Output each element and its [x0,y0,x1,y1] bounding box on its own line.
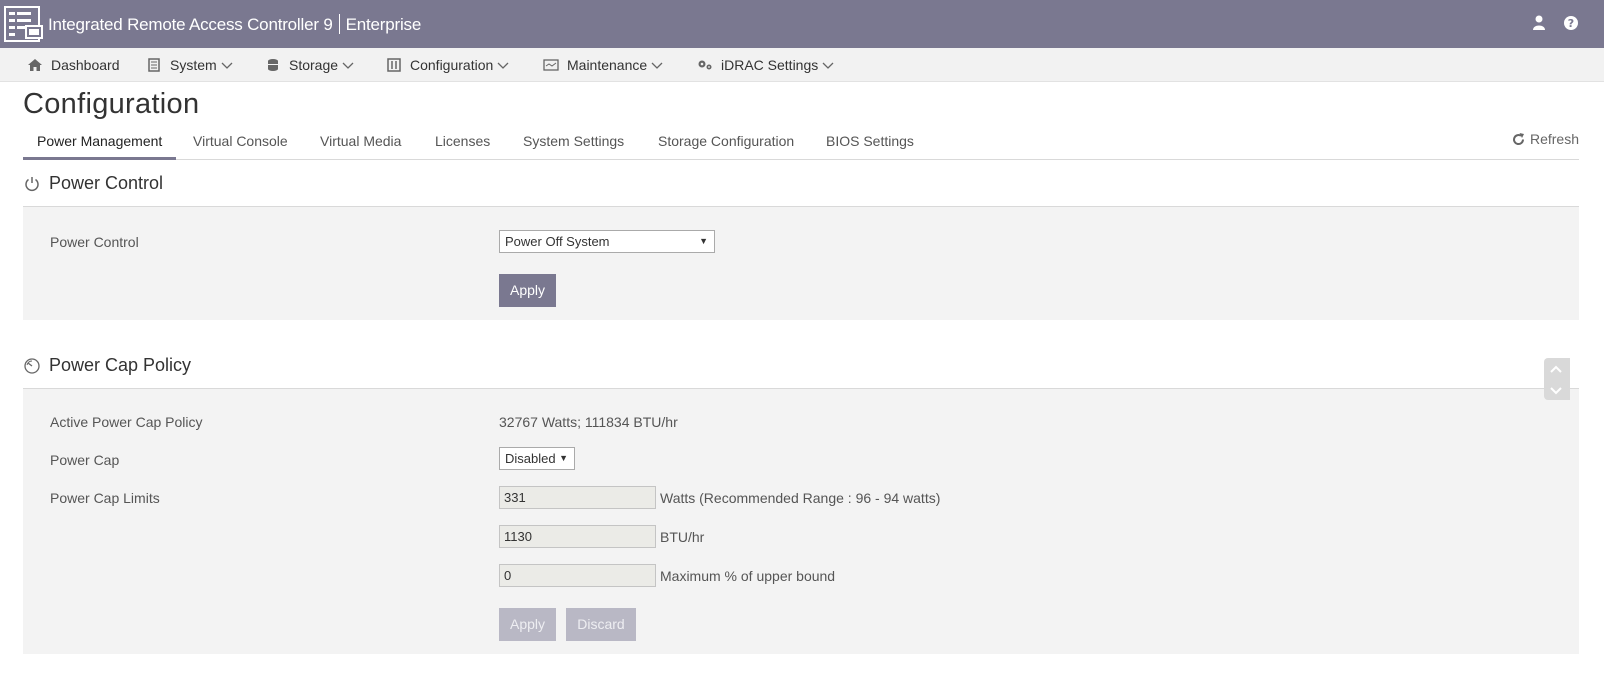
power-control-select[interactable]: Power Off System ▼ [499,230,715,253]
nav-system[interactable]: System [146,57,233,73]
watts-unit-label: Watts (Recommended Range : 96 - 94 watts… [660,490,941,506]
nav-idrac-settings[interactable]: iDRAC Settings [697,57,834,73]
chevron-down-icon [497,62,509,69]
title-divider [338,14,340,34]
settings-icon [698,60,712,70]
tab-virtual-media[interactable]: Virtual Media [306,133,415,157]
nav-maintenance-label: Maintenance [567,57,648,73]
chevron-down-icon [342,62,354,69]
btu-unit-label: BTU/hr [660,529,705,545]
system-icon [148,58,160,72]
power-cap-discard-button[interactable]: Discard [566,608,636,641]
power-cap-apply-button[interactable]: Apply [499,608,556,641]
refresh-button[interactable]: Refresh [1511,131,1579,147]
gauge-icon [24,357,40,374]
user-icon[interactable] [1530,14,1548,32]
home-icon [28,59,42,71]
power-cap-label: Power Cap [50,452,120,468]
power-cap-select[interactable]: Disabled ▼ [499,447,575,470]
app-edition: Enterprise [345,15,422,34]
chevron-down-icon [221,62,233,69]
power-control-selected: Power Off System [505,234,610,249]
svg-text:?: ? [1568,17,1574,30]
scroll-up-icon[interactable] [1550,363,1562,375]
app-title: Integrated Remote Access Controller 9 Ent… [48,14,421,35]
power-icon [25,176,39,191]
active-power-cap-value: 32767 Watts; 111834 BTU/hr [499,414,678,430]
dropdown-arrow-icon: ▼ [559,453,568,463]
configuration-icon [387,58,401,72]
nav-dashboard-label: Dashboard [51,57,120,73]
percent-input[interactable]: 0 [499,564,656,587]
percent-unit-label: Maximum % of upper bound [660,568,836,584]
chevron-down-icon [822,62,834,69]
tab-power-management[interactable]: Power Management [23,133,177,160]
scroll-control[interactable] [1544,358,1570,400]
tab-system-settings[interactable]: System Settings [509,133,638,157]
tab-bios-settings[interactable]: BIOS Settings [812,133,928,157]
power-cap-heading: Power Cap Policy [49,355,192,375]
power-control-heading: Power Control [49,173,164,193]
power-control-label: Power Control [50,234,139,250]
scroll-down-icon[interactable] [1550,383,1562,395]
app-title-text: Integrated Remote Access Controller 9 [48,15,333,34]
active-power-cap-label: Active Power Cap Policy [50,414,203,430]
nav-storage[interactable]: Storage [265,57,354,73]
tab-virtual-console[interactable]: Virtual Console [179,133,302,157]
nav-system-label: System [170,57,217,73]
btu-input[interactable]: 1130 [499,525,656,548]
tab-storage-configuration[interactable]: Storage Configuration [644,133,808,157]
power-cap-panel: Active Power Cap Policy 32767 Watts; 111… [23,389,1579,654]
page-title: Configuration [23,88,200,120]
power-cap-header: Power Cap Policy [23,343,1579,389]
nav-storage-label: Storage [289,57,339,73]
refresh-icon [1513,132,1524,145]
main-nav: Dashboard System Storage Configuration M… [0,48,1604,82]
power-control-panel: Power Control Power Off System ▼ Apply [23,207,1579,320]
nav-configuration-label: Configuration [410,57,494,73]
top-header: Integrated Remote Access Controller 9 Ent… [0,0,1604,48]
maintenance-icon [543,59,559,71]
config-tabs: Power Management Virtual Console Virtual… [23,128,1579,160]
storage-icon [268,59,278,71]
nav-dashboard[interactable]: Dashboard [27,57,120,73]
power-control-header: Power Control [23,161,1579,207]
tab-licenses[interactable]: Licenses [421,133,504,157]
watts-input[interactable]: 331 [499,486,656,509]
server-logo-icon [4,6,43,42]
refresh-label: Refresh [1529,131,1579,147]
nav-configuration[interactable]: Configuration [386,57,509,73]
help-icon[interactable]: ? [1562,14,1580,32]
nav-idrac-settings-label: iDRAC Settings [721,57,819,73]
chevron-down-icon [651,62,663,69]
power-control-apply-button[interactable]: Apply [499,274,556,307]
power-cap-selected: Disabled [505,451,556,466]
nav-maintenance[interactable]: Maintenance [543,57,663,73]
power-cap-limits-label: Power Cap Limits [50,490,160,506]
dropdown-arrow-icon: ▼ [699,236,708,246]
